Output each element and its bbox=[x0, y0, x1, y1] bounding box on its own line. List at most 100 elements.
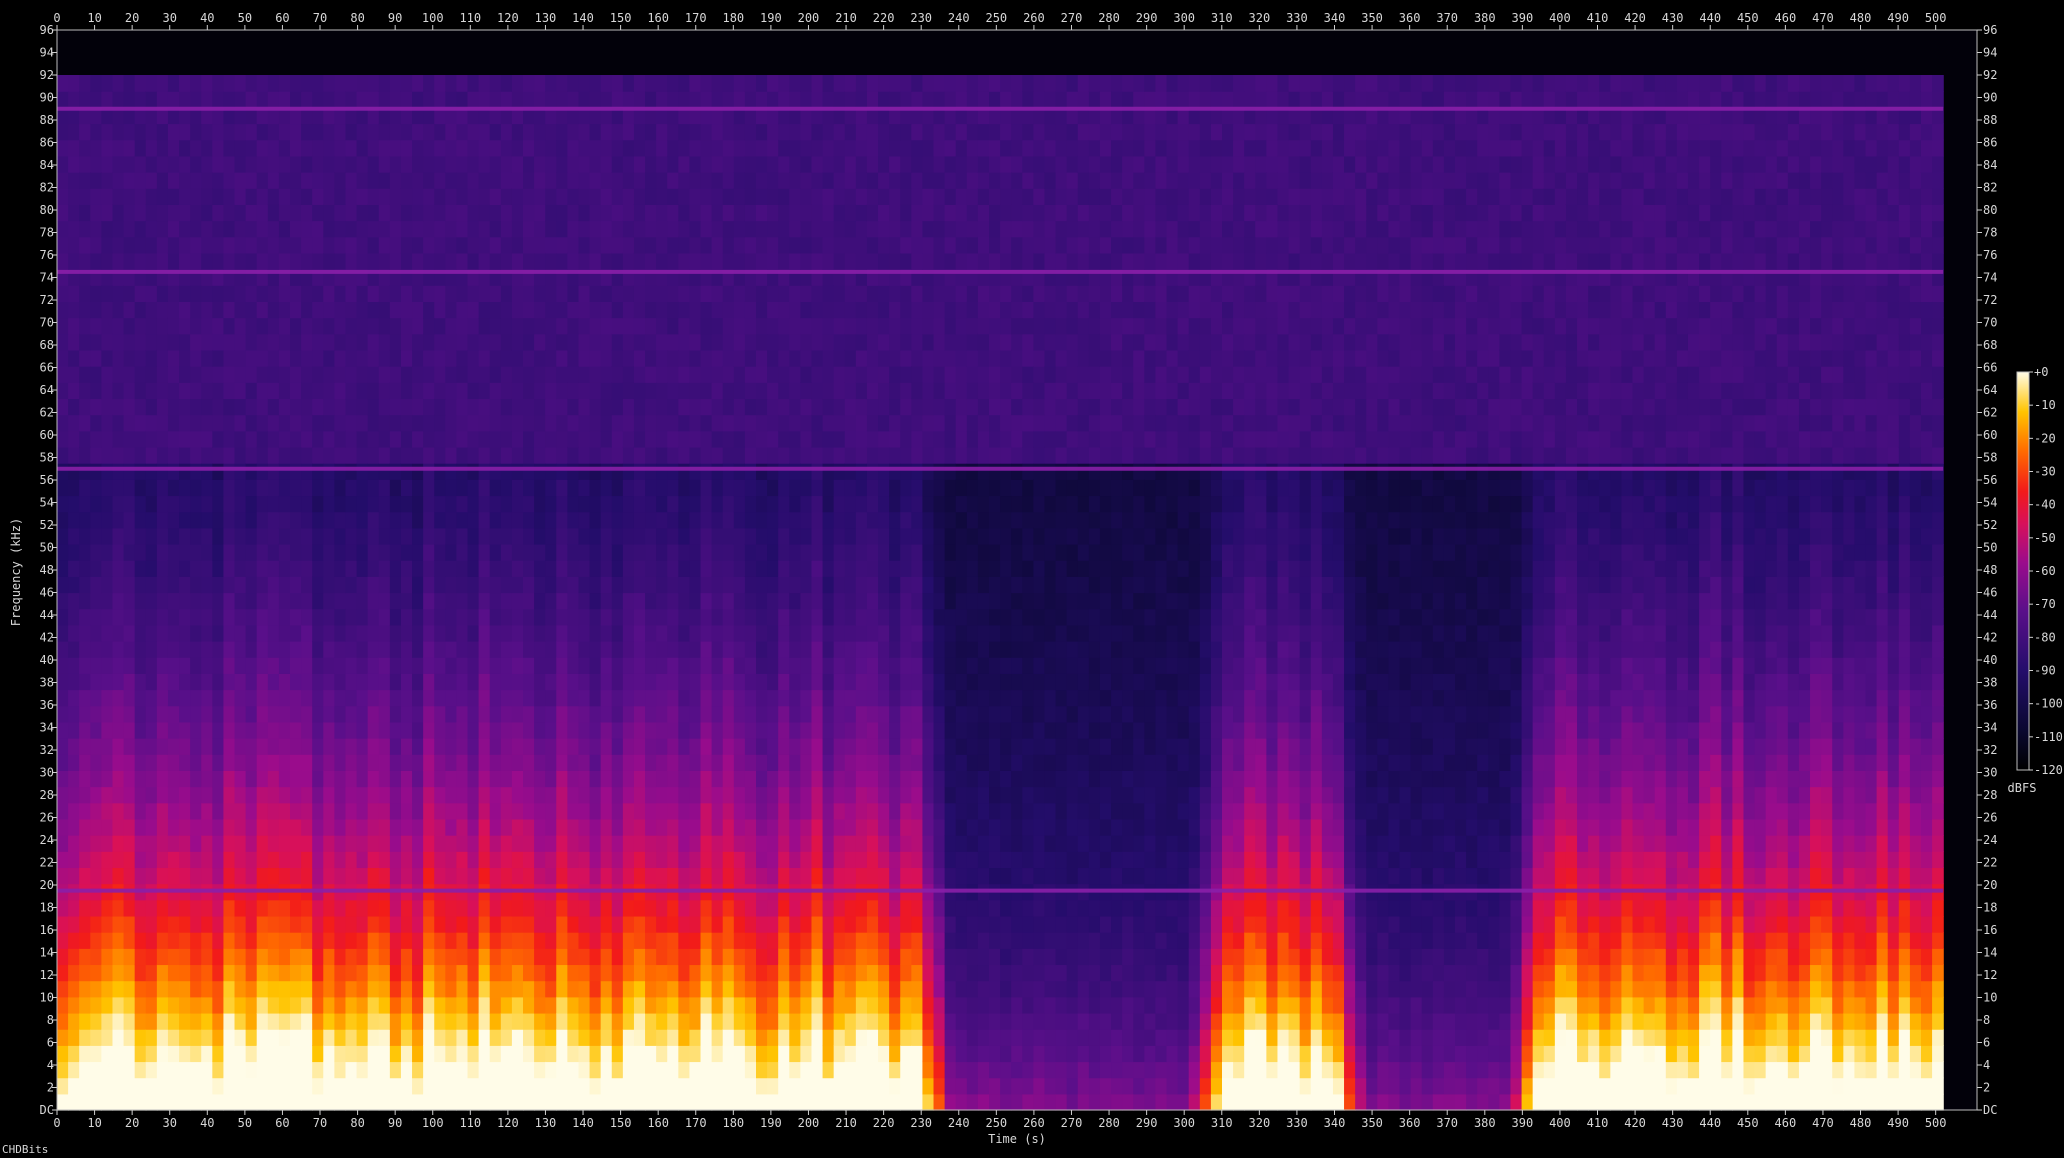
heat-cell bbox=[345, 1077, 358, 1095]
heat-cell bbox=[290, 220, 302, 238]
heat-cell bbox=[855, 382, 868, 400]
heat-cell bbox=[900, 382, 912, 400]
heat-cell bbox=[633, 495, 646, 513]
heat-cell bbox=[79, 624, 91, 642]
heat-cell bbox=[811, 155, 824, 173]
heat-cell bbox=[467, 301, 480, 319]
heat-cell bbox=[367, 818, 380, 836]
heat-cell bbox=[822, 1061, 835, 1079]
heat-cell bbox=[378, 220, 391, 238]
heat-cell bbox=[866, 996, 879, 1014]
heat-cell bbox=[412, 964, 424, 982]
heat-cell bbox=[412, 252, 424, 270]
heat-cell bbox=[855, 673, 868, 691]
heat-cell bbox=[800, 236, 813, 254]
heat-cell bbox=[79, 964, 91, 982]
heat-cell bbox=[345, 948, 358, 966]
heat-cell bbox=[733, 446, 746, 464]
heat-cell bbox=[356, 867, 369, 885]
heat-cell bbox=[245, 608, 258, 626]
heat-cell bbox=[223, 301, 236, 319]
heat-cell bbox=[223, 657, 236, 674]
heat-cell bbox=[744, 786, 757, 804]
heat-cell bbox=[534, 754, 546, 771]
heat-cell bbox=[389, 172, 402, 189]
heat-cell bbox=[789, 366, 801, 383]
heat-cell bbox=[367, 155, 380, 173]
heat-cell bbox=[267, 673, 280, 691]
heat-cell bbox=[878, 366, 890, 383]
heat-cell bbox=[889, 980, 901, 998]
heat-cell bbox=[90, 382, 102, 400]
heat-cell bbox=[389, 754, 402, 771]
heat-cell bbox=[622, 592, 635, 610]
heat-cell bbox=[911, 155, 924, 173]
heat-cell bbox=[367, 430, 380, 448]
heat-cell bbox=[423, 333, 435, 351]
heat-cell bbox=[567, 835, 580, 852]
heat-cell bbox=[578, 543, 591, 561]
heat-cell bbox=[811, 802, 824, 820]
heat-cell bbox=[312, 366, 324, 383]
heat-cell bbox=[622, 980, 635, 998]
heat-cell bbox=[245, 1077, 258, 1095]
heat-cell bbox=[478, 899, 491, 917]
heat-cell bbox=[633, 252, 646, 270]
heat-cell bbox=[800, 349, 813, 367]
heat-cell bbox=[833, 414, 846, 432]
heat-cell bbox=[789, 382, 801, 400]
heat-cell bbox=[412, 398, 424, 416]
heat-cell bbox=[334, 495, 347, 513]
heat-cell bbox=[456, 366, 469, 383]
heat-cell bbox=[722, 592, 735, 610]
heat-cell bbox=[523, 818, 535, 836]
heat-cell bbox=[733, 1077, 746, 1095]
heat-cell bbox=[589, 867, 602, 885]
heat-cell bbox=[389, 738, 402, 755]
heat-cell bbox=[278, 188, 291, 205]
heat-cell bbox=[112, 463, 125, 480]
heat-cell bbox=[101, 1029, 114, 1046]
heat-cell bbox=[156, 430, 169, 448]
heat-cell bbox=[611, 511, 624, 529]
heat-cell bbox=[778, 932, 790, 949]
heat-cell bbox=[589, 91, 602, 108]
heat-cell bbox=[101, 527, 114, 545]
heat-cell bbox=[523, 204, 535, 222]
heat-cell bbox=[889, 754, 901, 771]
heat-cell bbox=[678, 252, 691, 270]
heat-cell bbox=[190, 495, 202, 513]
heat-cell bbox=[90, 317, 102, 335]
heat-cell bbox=[811, 398, 824, 416]
heat-cell bbox=[789, 414, 801, 432]
heat-cell bbox=[156, 543, 169, 561]
heat-cell bbox=[267, 527, 280, 545]
heat-cell bbox=[866, 899, 879, 917]
heat-cell bbox=[356, 738, 369, 755]
heat-cell bbox=[68, 786, 80, 804]
heat-cell bbox=[167, 851, 180, 869]
heat-cell bbox=[223, 1077, 236, 1095]
heat-cell bbox=[689, 964, 702, 982]
heat-cell bbox=[145, 786, 158, 804]
heat-cell bbox=[500, 786, 513, 804]
heat-cell bbox=[800, 543, 813, 561]
heat-cell bbox=[633, 624, 646, 642]
heat-cell bbox=[733, 1029, 746, 1046]
heat-cell bbox=[523, 479, 535, 497]
heat-cell bbox=[278, 948, 291, 966]
heat-cell bbox=[434, 1029, 446, 1046]
heat-cell bbox=[400, 543, 413, 561]
heat-cell bbox=[412, 543, 424, 561]
heat-cell bbox=[478, 123, 491, 141]
heat-cell bbox=[57, 657, 69, 674]
heat-cell bbox=[622, 608, 635, 626]
heat-cell bbox=[79, 754, 91, 771]
heat-cell bbox=[878, 91, 890, 108]
heat-cell bbox=[866, 770, 879, 788]
heat-cell bbox=[201, 543, 213, 561]
heat-cell bbox=[190, 1061, 202, 1079]
heat-cell bbox=[800, 398, 813, 416]
heat-cell bbox=[478, 463, 491, 480]
heat-cell bbox=[167, 1093, 180, 1111]
